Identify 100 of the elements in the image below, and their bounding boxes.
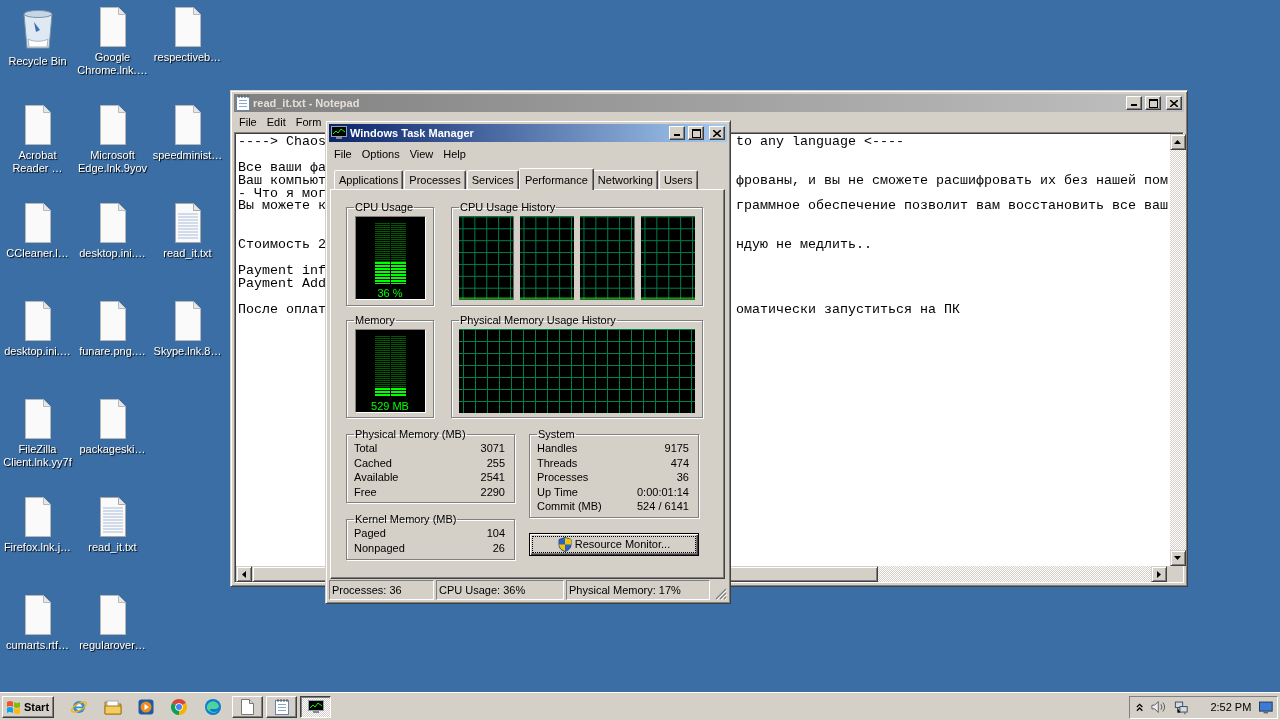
meter-reading: 36 % xyxy=(377,287,403,299)
stat-label: Paged xyxy=(354,526,387,541)
scroll-down-button[interactable] xyxy=(1169,550,1186,566)
menu-item[interactable]: Help xyxy=(438,147,471,160)
stat-label: Handles xyxy=(537,441,579,456)
icon-label[interactable]: regularover… xyxy=(76,639,149,652)
notepad-icon xyxy=(274,699,289,715)
play-icon[interactable] xyxy=(138,699,154,715)
tab[interactable]: Networking xyxy=(592,170,658,189)
tab[interactable]: Applications xyxy=(334,170,404,189)
icon-label[interactable]: read_it.txt xyxy=(76,541,149,554)
arrow-up-icon xyxy=(1174,140,1182,144)
tab[interactable]: Processes xyxy=(404,170,466,189)
text-line: граммное обеспечение позволит вам восстановить все ваш xyxy=(736,200,1168,214)
menu-item[interactable]: File xyxy=(234,115,262,128)
resource-monitor-button[interactable]: Resource Monitor... xyxy=(529,532,699,556)
taskbar-button[interactable] xyxy=(300,696,331,718)
icon-label[interactable]: packageski… xyxy=(76,443,149,456)
icon-label[interactable]: desktop.ini.… xyxy=(1,345,74,358)
scroll-left-button[interactable] xyxy=(236,566,252,582)
show-desktop-icon[interactable] xyxy=(1259,700,1273,714)
status-text: CPU Usage: 36% xyxy=(436,580,564,600)
icon-label[interactable]: FileZilla Client.lnk.yy7f xyxy=(1,443,74,469)
icon-label[interactable]: respectiveb… xyxy=(151,51,224,64)
scroll-up-button[interactable] xyxy=(1169,134,1186,150)
text-line: - Что я мог xyxy=(238,187,326,201)
window-title: read_it.txt - Notepad xyxy=(253,97,361,109)
stat-label: Total xyxy=(354,441,379,456)
icon-label[interactable]: Google Chrome.lnk.… xyxy=(76,51,149,77)
stat-label: Nonpaged xyxy=(354,540,406,556)
shield-icon xyxy=(557,536,572,552)
group-label: Kernel Memory (MB) xyxy=(354,513,458,526)
browser-icon[interactable] xyxy=(70,698,88,716)
stat-value: 36 xyxy=(675,470,689,485)
browser-icon[interactable] xyxy=(204,698,222,716)
stat-label: Up Time xyxy=(537,484,579,500)
document-icon xyxy=(241,699,254,715)
menu-item[interactable]: File xyxy=(329,147,357,160)
text-line: ----> Chaos xyxy=(238,136,326,149)
icon-label[interactable]: CCleaner.l… xyxy=(1,247,74,260)
group-label: Memory xyxy=(354,314,396,326)
resize-grip-icon[interactable] xyxy=(715,588,727,600)
close-icon xyxy=(713,129,721,137)
menu-item[interactable]: View xyxy=(404,147,439,160)
minimize-button[interactable] xyxy=(669,126,685,140)
icon-label[interactable]: funare.png.… xyxy=(76,345,149,358)
tab[interactable]: Users xyxy=(658,170,698,189)
icon-label[interactable]: Firefox.lnk.j… xyxy=(1,541,74,554)
icon-label[interactable]: speedminist… xyxy=(151,149,224,162)
text-line: После оплат xyxy=(238,303,326,317)
stat-value: 524 / 6141 xyxy=(637,499,689,514)
browser-icon[interactable] xyxy=(170,698,188,716)
folder-icon[interactable] xyxy=(104,699,122,715)
icon-label[interactable]: Microsoft Edge.lnk.9yov xyxy=(76,149,149,175)
window-title: Windows Task Manager xyxy=(350,127,475,139)
tab[interactable]: Performance xyxy=(518,168,594,190)
maximize-icon xyxy=(1148,98,1158,108)
meter-reading: 529 MB xyxy=(371,400,409,412)
monitor-icon xyxy=(331,126,347,140)
scroll-right-button[interactable] xyxy=(1151,566,1167,582)
stat-label: Commit (MB) xyxy=(537,499,603,514)
stat-value: 26 xyxy=(491,540,505,556)
notepad-icon xyxy=(236,95,250,111)
icon-label[interactable]: read_it.txt xyxy=(151,247,224,260)
menu-item[interactable]: Form xyxy=(290,115,327,128)
icon-label[interactable]: Recycle Bin xyxy=(1,55,74,68)
arrow-right-icon xyxy=(1157,570,1161,578)
stat-label: Available xyxy=(354,470,400,485)
menu-item[interactable]: Options xyxy=(356,147,405,160)
stat-value: 9175 xyxy=(663,441,689,456)
text-line: to any language <---- xyxy=(736,136,904,149)
stat-value: 104 xyxy=(486,526,505,541)
scrollbar-corner xyxy=(1167,566,1183,582)
stat-value: 3071 xyxy=(480,441,505,456)
stat-label: Processes xyxy=(537,470,590,485)
chevron-icon[interactable] xyxy=(1136,702,1144,712)
group-label: CPU Usage History xyxy=(459,201,557,213)
text-line: Ваш компьют xyxy=(238,174,326,188)
status-text: Physical Memory: 17% xyxy=(566,580,710,600)
tab[interactable]: Services xyxy=(466,170,519,189)
monitor-icon xyxy=(307,700,324,714)
text-line: Payment inf xyxy=(238,264,326,278)
start-button[interactable]: Start xyxy=(2,696,54,718)
stat-label: Threads xyxy=(537,455,579,471)
stat-value: 2290 xyxy=(480,484,505,500)
maximize-button[interactable] xyxy=(688,126,704,140)
network-icon[interactable] xyxy=(1173,699,1189,715)
stat-value: 255 xyxy=(485,455,505,471)
arrow-down-icon xyxy=(1174,556,1182,560)
icon-label[interactable]: desktop.ini.… xyxy=(76,247,149,260)
icon-label[interactable]: Acrobat Reader … xyxy=(1,149,74,175)
flag-icon xyxy=(6,700,22,714)
icon-label[interactable]: cumarts.rtf… xyxy=(1,639,74,652)
speaker-icon[interactable] xyxy=(1151,700,1166,714)
status-text: Processes: 36 xyxy=(329,580,434,600)
menu-item[interactable]: Edit xyxy=(261,115,291,128)
stat-value: 474 xyxy=(669,455,689,471)
icon-label[interactable]: Skype.lnk.8… xyxy=(151,345,224,358)
text-line: Стоимость 2 xyxy=(238,239,326,253)
close-button[interactable] xyxy=(709,126,725,140)
